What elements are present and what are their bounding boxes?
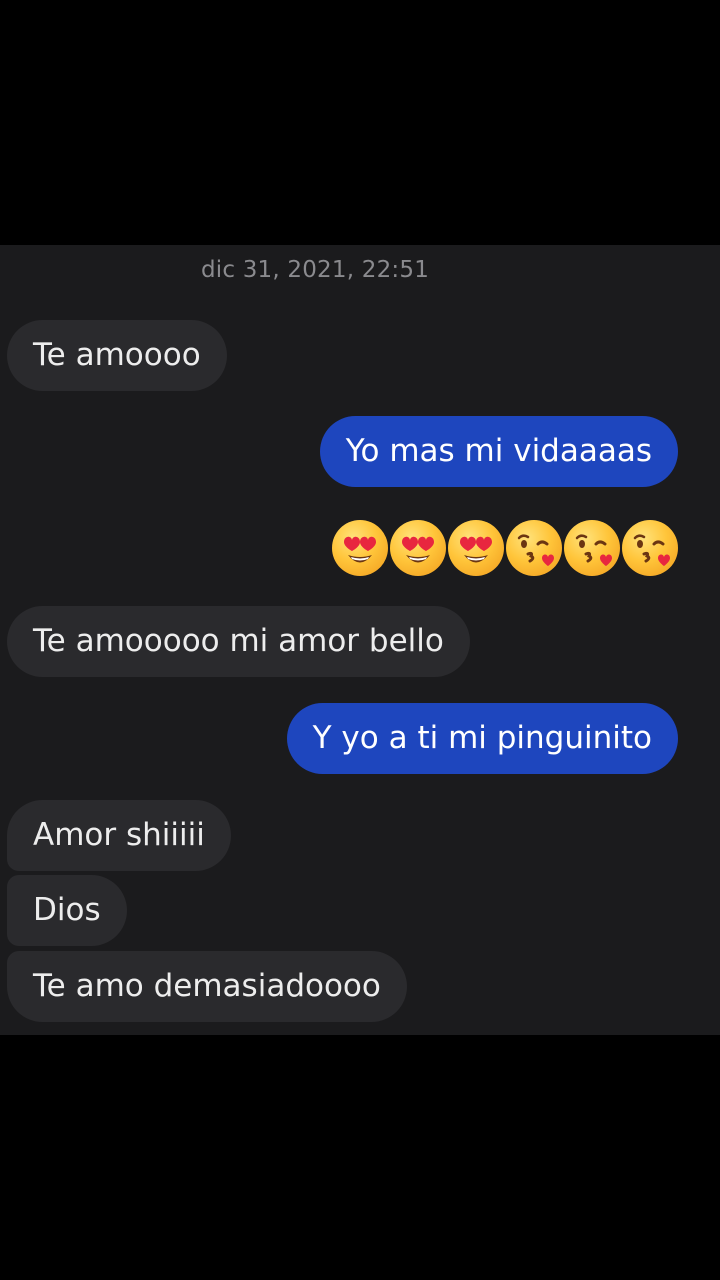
message-timestamp: dic 31, 2021, 22:51: [200, 257, 430, 283]
smiling-face-heart-eyes-icon: [332, 520, 388, 576]
outgoing-message-bubble[interactable]: Yo mas mi vidaaaas: [319, 416, 678, 487]
conversation-view[interactable]: dic 31, 2021, 22:51 Te amoooo Yo mas mi …: [0, 245, 720, 1035]
smiling-face-heart-eyes-icon: [390, 520, 446, 576]
incoming-message-bubble[interactable]: Te amooooo mi amor bello: [7, 606, 470, 677]
screen: dic 31, 2021, 22:51 Te amoooo Yo mas mi …: [0, 0, 720, 1280]
outgoing-message-bubble[interactable]: Y yo a ti mi pinguinito: [286, 703, 678, 774]
face-blowing-kiss-icon: [506, 520, 562, 576]
smiling-face-heart-eyes-icon: [448, 520, 504, 576]
incoming-message-bubble[interactable]: Te amoooo: [7, 320, 227, 391]
face-blowing-kiss-icon: [564, 520, 620, 576]
face-blowing-kiss-icon: [622, 520, 678, 576]
emoji-message[interactable]: [332, 520, 678, 580]
incoming-message-bubble[interactable]: Te amo demasiadoooo: [7, 951, 407, 1022]
incoming-message-bubble[interactable]: Amor shiiiii: [7, 800, 231, 871]
incoming-message-bubble[interactable]: Dios: [7, 875, 127, 946]
